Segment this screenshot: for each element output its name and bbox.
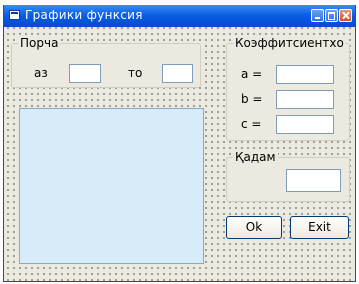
b-input[interactable] [276, 90, 334, 109]
step-input[interactable] [286, 169, 341, 192]
from-label: аз [34, 66, 48, 80]
exit-button[interactable]: Exit [290, 216, 349, 239]
window-icon[interactable] [9, 10, 20, 20]
coefficients-group: Коэффитсиентхо a = b = c = [226, 36, 350, 141]
step-group: Қадам [226, 150, 350, 202]
step-group-caption: Қадам [233, 150, 278, 164]
maximize-button[interactable] [325, 9, 338, 22]
from-input[interactable] [69, 64, 101, 83]
a-input[interactable] [276, 65, 334, 84]
ok-button[interactable]: Ok [226, 216, 282, 239]
c-label: c = [241, 117, 262, 131]
b-label: b = [241, 92, 263, 106]
graph-listbox[interactable] [19, 108, 204, 264]
to-input[interactable] [162, 64, 193, 83]
a-label: a = [241, 67, 263, 81]
range-group-caption: Порча [18, 36, 61, 50]
form-window: Графики функсия Порча аз то Коэффитсиент… [3, 5, 356, 282]
range-group: Порча аз то [11, 36, 201, 88]
minimize-button[interactable] [311, 9, 324, 22]
coefficients-group-caption: Коэффитсиентхо [233, 36, 346, 50]
to-label: то [128, 66, 143, 80]
close-button[interactable] [339, 9, 352, 22]
c-input[interactable] [276, 115, 334, 134]
window-title: Графики функсия [25, 8, 143, 22]
title-bar[interactable]: Графики функсия [4, 5, 355, 27]
